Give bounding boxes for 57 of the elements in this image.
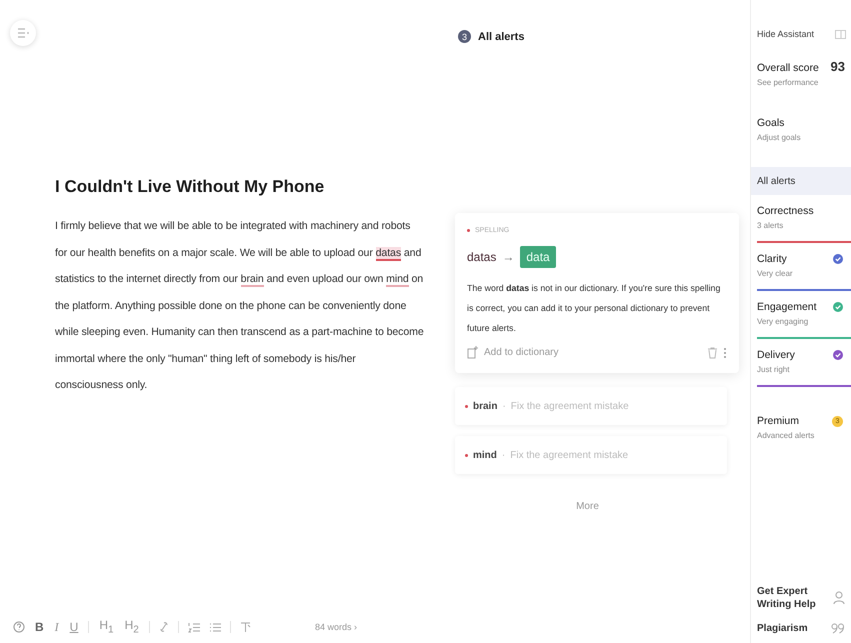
menu-icon	[17, 28, 29, 38]
alert-item[interactable]: mind · Fix the agreement mistake	[455, 436, 727, 474]
category-name[interactable]: Clarity	[757, 253, 787, 265]
category-dot-icon	[467, 229, 470, 232]
clear-format-icon[interactable]	[240, 622, 251, 632]
alert-hint: Fix the agreement mistake	[510, 450, 628, 460]
category-name[interactable]: Correctness	[757, 205, 814, 217]
category-status: Just right	[757, 365, 790, 374]
goals-label[interactable]: Goals	[757, 117, 845, 129]
overall-score-label[interactable]: Overall score	[757, 62, 819, 74]
alert-word: brain	[473, 400, 498, 412]
alert-dot-icon	[465, 454, 468, 456]
category-name[interactable]: Delivery	[757, 349, 795, 361]
category-status: Very clear	[757, 269, 794, 278]
alert-item[interactable]: brain · Fix the agreement mistake	[455, 387, 727, 425]
overall-score: 93	[830, 59, 845, 74]
category-status: 3 alerts	[757, 221, 784, 230]
document-paragraph: I firmly believe that we will be able to be integrated with machinery and robots for our health benefits on a major scale. We will be able to upload our datas and statistics to the internet directly from our brain and even upload our own mind on the platform. Anything possible done on the phone can be conveniently done while sleeping even. Humanity can then transcend as a part-machine to become immortal where the only "human" thing left of somebody is his/her consciousness only.	[55, 219, 425, 393]
person-icon	[833, 591, 845, 605]
quote-icon	[831, 623, 845, 634]
misspelled-word: datas	[467, 250, 496, 264]
see-performance-link[interactable]: See performance	[757, 78, 845, 87]
adjust-goals-link[interactable]: Adjust goals	[757, 133, 845, 142]
separator-dot: ·	[502, 450, 506, 460]
document-title: I Couldn't Live Without My Phone	[55, 177, 326, 197]
plagiarism-button[interactable]: Plagiarism	[751, 623, 851, 634]
arrow-text: →	[502, 250, 514, 264]
check-badge-icon	[833, 254, 843, 264]
category-status: Very engaging	[757, 317, 810, 326]
help-icon[interactable]	[13, 621, 25, 633]
underlined-word[interactable]: mind	[386, 273, 409, 287]
check-badge-icon	[833, 302, 843, 312]
alert-dot-icon	[465, 404, 468, 408]
format-button[interactable]: B	[34, 620, 45, 634]
panel-icon	[835, 30, 846, 38]
menu-button[interactable]	[10, 20, 36, 46]
numbered-list-icon[interactable]	[188, 622, 200, 632]
alerts-heading: All alerts	[478, 30, 524, 42]
dictionary-icon	[467, 346, 478, 359]
alert-count-badge: 3	[458, 30, 471, 43]
premium-status: Advanced alerts	[757, 431, 816, 440]
separator-dot: ·	[502, 400, 506, 412]
all-alerts-tab[interactable]: All alerts	[751, 167, 851, 195]
bullet-list-icon[interactable]	[208, 622, 221, 632]
alert-hint: Fix the agreement mistake	[510, 400, 629, 412]
trash-icon[interactable]	[708, 346, 717, 358]
alert-description: The word datas is not in our dictionary. If you're sure this spelling is correct, you can add it to your personal dictionary to prevent future alerts.	[467, 282, 722, 335]
premium-label[interactable]: Premium	[757, 415, 800, 427]
more-options-icon[interactable]	[723, 346, 727, 358]
hide-assistant-button[interactable]: Hide Assistant	[751, 29, 851, 39]
underlined-word[interactable]: brain	[240, 273, 264, 287]
highlighted-word[interactable]: datas	[376, 246, 402, 260]
category-name[interactable]: Engagement	[757, 301, 817, 313]
expert-help-button[interactable]: Get Expert Writing Help	[751, 585, 851, 611]
alert-word: mind	[473, 450, 497, 460]
check-badge-icon	[833, 350, 843, 360]
link-icon[interactable]	[158, 621, 169, 633]
